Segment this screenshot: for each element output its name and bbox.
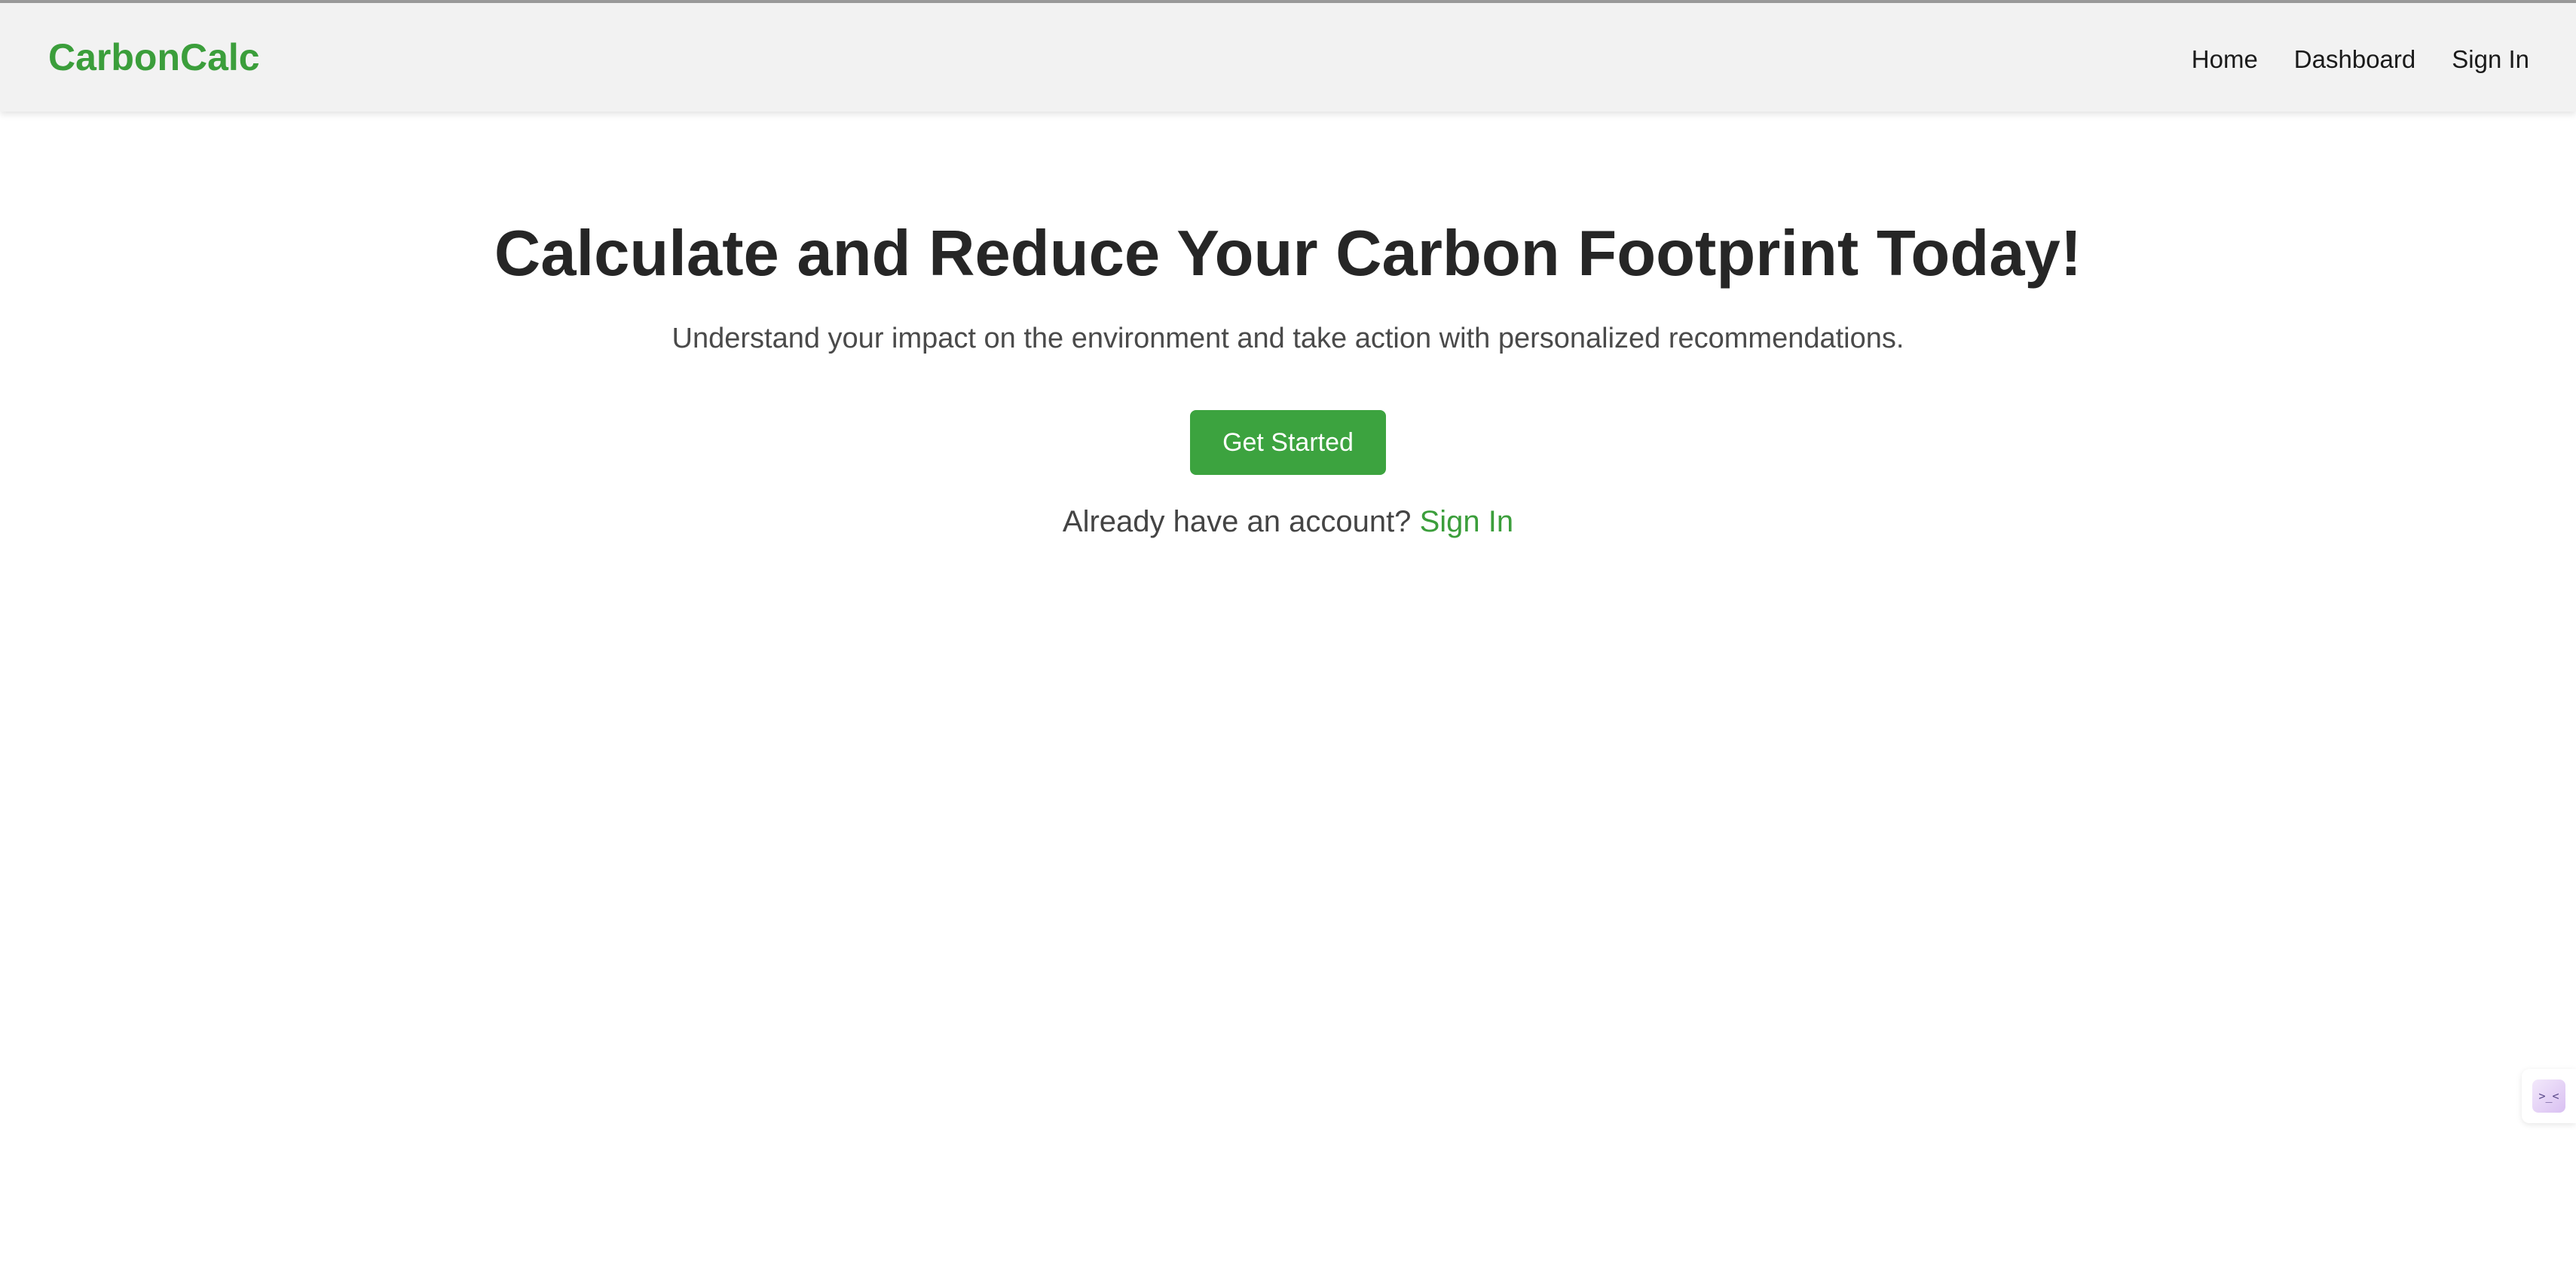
get-started-button[interactable]: Get Started (1190, 410, 1386, 475)
navbar: CarbonCalc Home Dashboard Sign In (0, 3, 2576, 112)
nav-link-home[interactable]: Home (2192, 42, 2258, 77)
cta-container: Get Started (0, 410, 2576, 475)
brand-logo[interactable]: CarbonCalc (48, 35, 260, 80)
nav-link-dashboard[interactable]: Dashboard (2294, 42, 2415, 77)
hero-subtitle: Understand your impact on the environmen… (672, 323, 1904, 354)
hero-title: Calculate and Reduce Your Carbon Footpri… (494, 218, 2082, 289)
assistant-face-icon: >_< (2532, 1079, 2565, 1113)
signin-prompt-line: Already have an account? Sign In (0, 501, 2576, 543)
nav-link-sign-in[interactable]: Sign In (2452, 42, 2529, 77)
nav-links: Home Dashboard Sign In (2192, 42, 2529, 77)
assistant-widget-button[interactable]: >_< (2522, 1069, 2576, 1123)
hero-section: Calculate and Reduce Your Carbon Footpri… (0, 213, 2576, 543)
signin-link[interactable]: Sign In (1420, 505, 1514, 538)
signin-prompt-text: Already have an account? (1062, 505, 1412, 538)
